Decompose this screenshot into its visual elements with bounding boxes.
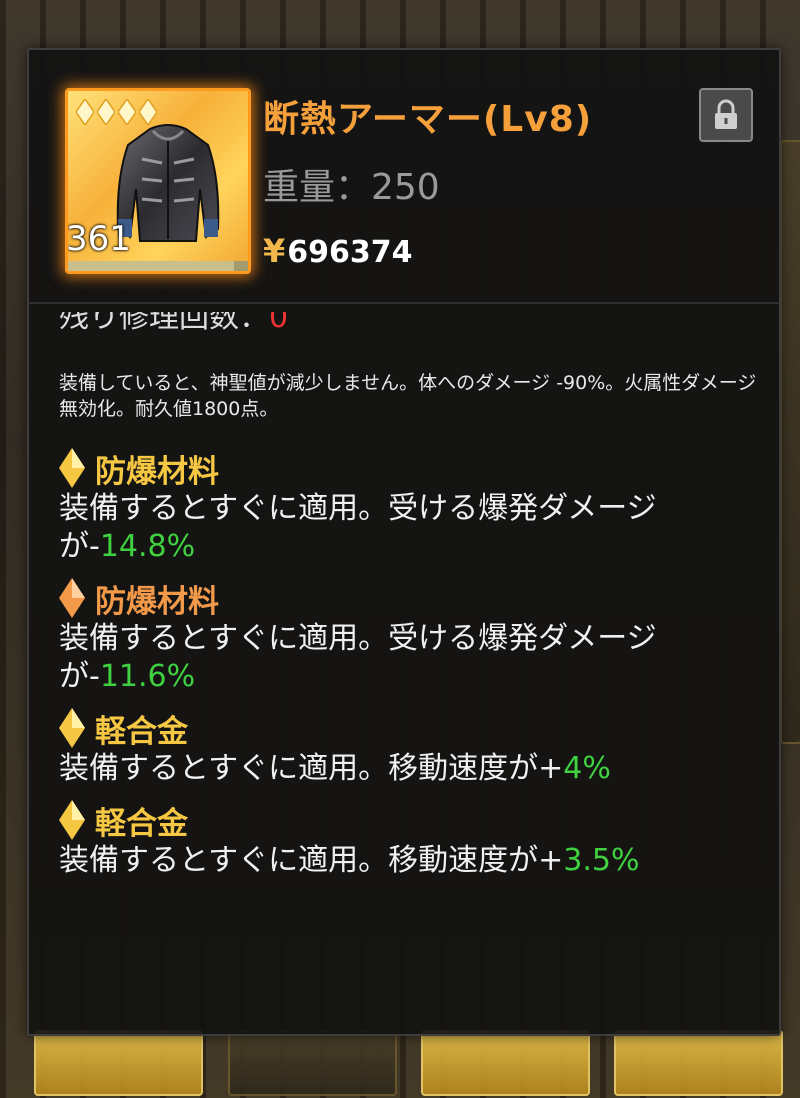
background-slot — [34, 1030, 203, 1096]
rarity-diamond-icon — [76, 99, 94, 125]
attribute-item: 軽合金 装備するとすぐに適用。移動速度が+4% — [59, 706, 759, 788]
attribute-value: 11.6% — [99, 659, 196, 694]
price-value: 696374 — [287, 235, 413, 270]
item-price: ¥696374 — [263, 232, 413, 270]
durability-fill — [68, 261, 234, 271]
gold-diamond-icon — [59, 800, 85, 840]
yen-icon: ¥ — [263, 232, 286, 270]
orange-diamond-icon — [59, 578, 85, 618]
background-slot — [421, 1030, 590, 1096]
item-title: 断熱アーマー(Lv8) — [263, 99, 593, 140]
attribute-value: 14.8% — [99, 529, 196, 564]
attribute-name: 軽合金 — [95, 713, 188, 750]
background-slot — [780, 140, 800, 744]
lock-button[interactable] — [699, 88, 753, 142]
attribute-value: 3.5% — [563, 843, 640, 878]
attribute-item: 防爆材料 装備するとすぐに適用。受ける爆発ダメージが-14.8% — [59, 446, 759, 566]
attribute-name: 防爆材料 — [95, 583, 219, 620]
background-slot — [228, 1030, 397, 1096]
gold-diamond-icon — [59, 708, 85, 748]
attribute-item: 防爆材料 装備するとすぐに適用。受ける爆発ダメージが-11.6% — [59, 576, 759, 696]
attribute-text: 装備するとすぐに適用。受ける爆発ダメージが-11.6% — [59, 621, 657, 694]
item-weight: 重量：250 — [263, 167, 440, 208]
attribute-value: 4% — [563, 751, 611, 786]
repair-count-text: 残り修理回数：0 — [59, 312, 289, 332]
item-tooltip-panel: 361 断熱アーマー(Lv8) 重量：250 ¥696374 残り修理回数：0 … — [27, 48, 781, 1036]
background-slot — [614, 1030, 783, 1096]
gold-diamond-icon — [59, 448, 85, 488]
item-count: 361 — [66, 219, 131, 259]
item-icon-frame[interactable]: 361 — [65, 88, 251, 274]
lock-icon — [715, 99, 737, 129]
attribute-text: 装備するとすぐに適用。移動速度が+3.5% — [59, 843, 640, 878]
attribute-list: 防爆材料 装備するとすぐに適用。受ける爆発ダメージが-14.8% 防爆材料 装備… — [59, 446, 759, 890]
attribute-text: 装備するとすぐに適用。受ける爆発ダメージが-14.8% — [59, 491, 657, 564]
attribute-text: 装備するとすぐに適用。移動速度が+4% — [59, 751, 611, 786]
attribute-name: 軽合金 — [95, 805, 188, 842]
durability-bar — [68, 261, 248, 271]
attribute-item: 軽合金 装備するとすぐに適用。移動速度が+3.5% — [59, 798, 759, 880]
attribute-name: 防爆材料 — [95, 453, 219, 490]
item-description: 装備していると、神聖値が減少しません。体へのダメージ -90%。火属性ダメージ無… — [59, 372, 757, 420]
header-divider — [29, 302, 779, 304]
